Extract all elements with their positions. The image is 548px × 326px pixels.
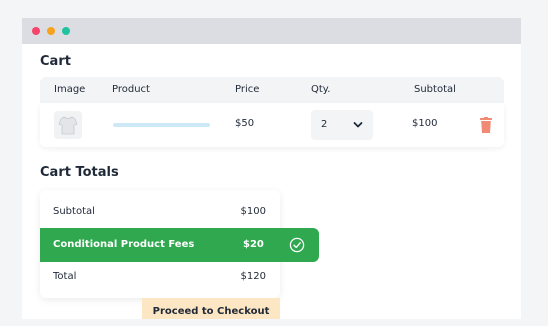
proceed-to-checkout-button[interactable]: Proceed to Checkout [142, 298, 280, 319]
subtotal-value: $100 [240, 206, 266, 217]
column-product: Product [112, 84, 150, 95]
column-price: Price [235, 84, 260, 95]
cart-heading: Cart [40, 54, 71, 69]
maximize-window-button[interactable] [62, 27, 70, 35]
column-qty: Qty. [311, 84, 331, 95]
cart-item-row: $50 2 $100 [40, 103, 504, 147]
minimize-window-button[interactable] [47, 27, 55, 35]
quantity-value: 2 [321, 119, 328, 130]
column-image: Image [54, 84, 86, 95]
total-value: $120 [240, 271, 266, 282]
fees-value: $20 [243, 239, 264, 250]
cart-totals-heading: Cart Totals [40, 165, 119, 180]
window-titlebar [22, 18, 521, 44]
column-subtotal: Subtotal [414, 84, 456, 95]
trash-icon[interactable] [480, 117, 492, 133]
close-window-button[interactable] [32, 27, 40, 35]
subtotal-label: Subtotal [53, 206, 95, 217]
quantity-select[interactable]: 2 [311, 110, 373, 140]
conditional-fees-row: Conditional Product Fees $20 [40, 228, 319, 262]
check-circle-icon [289, 237, 305, 253]
item-price: $50 [235, 118, 255, 129]
cart-table-header: Image Product Price Qty. Subtotal [40, 77, 504, 103]
product-image[interactable] [54, 111, 82, 139]
fees-label: Conditional Product Fees [53, 239, 195, 250]
product-name-placeholder[interactable] [113, 123, 210, 127]
chevron-down-icon [353, 122, 363, 128]
app-window: Cart Image Product Price Qty. Subtotal $… [22, 18, 521, 319]
item-subtotal: $100 [412, 118, 438, 129]
shirt-icon [58, 116, 78, 135]
total-label: Total [53, 271, 77, 282]
